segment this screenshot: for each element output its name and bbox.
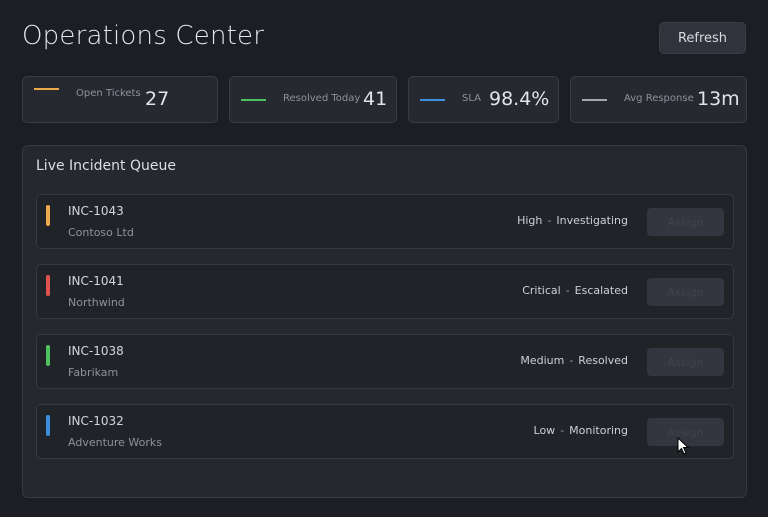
incident-row[interactable]: INC-1043 Contoso Ltd High - Investigating … xyxy=(36,194,734,249)
stat-card-avg-response: Avg Response 13m xyxy=(570,76,747,123)
resolved-today-indicator xyxy=(241,99,266,101)
incident-state: Resolved xyxy=(578,354,628,367)
assign-button[interactable]: Assign xyxy=(647,278,724,306)
avg-response-indicator xyxy=(582,99,607,101)
resolved-today-value: 41 xyxy=(363,88,388,110)
priority-indicator xyxy=(46,275,50,296)
avg-response-value: 13m xyxy=(697,88,740,110)
incident-queue-panel: Live Incident Queue INC-1043 Contoso Ltd… xyxy=(22,145,747,498)
assign-button[interactable]: Assign xyxy=(647,208,724,236)
incident-priority: Low xyxy=(533,424,556,437)
page-title: Operations Center xyxy=(22,21,265,51)
open-tickets-indicator xyxy=(34,88,59,90)
incident-id: INC-1041 xyxy=(68,274,124,288)
resolved-today-label: Resolved Today xyxy=(283,93,361,104)
sla-value: 98.4% xyxy=(489,88,550,110)
incident-row[interactable]: INC-1032 Adventure Works Low - Monitoring … xyxy=(36,404,734,459)
incident-state: Escalated xyxy=(574,284,628,297)
status-separator: - xyxy=(547,214,552,227)
incident-priority: High xyxy=(517,214,543,227)
mouse-cursor-icon xyxy=(677,437,689,455)
status-separator: - xyxy=(565,284,570,297)
incident-client: Adventure Works xyxy=(68,436,162,449)
incident-priority: Medium xyxy=(520,354,565,367)
priority-indicator xyxy=(46,345,50,366)
stat-card-sla: SLA 98.4% xyxy=(408,76,559,123)
incident-id: INC-1043 xyxy=(68,204,124,218)
status-separator: - xyxy=(560,424,565,437)
incident-state: Investigating xyxy=(556,214,628,227)
incident-priority: Critical xyxy=(522,284,561,297)
stat-card-resolved-today: Resolved Today 41 xyxy=(229,76,397,123)
open-tickets-value: 27 xyxy=(145,88,170,110)
incident-row[interactable]: INC-1041 Northwind Critical - Escalated As… xyxy=(36,264,734,319)
incident-client: Fabrikam xyxy=(68,366,119,379)
priority-indicator xyxy=(46,205,50,226)
incident-client: Contoso Ltd xyxy=(68,226,134,239)
status-separator: - xyxy=(569,354,574,367)
incident-status: Medium - Resolved xyxy=(520,354,628,367)
queue-title: Live Incident Queue xyxy=(36,158,176,174)
refresh-button[interactable]: Refresh xyxy=(659,22,746,54)
incident-status: Low - Monitoring xyxy=(534,424,628,437)
incident-status: High - Investigating xyxy=(517,214,628,227)
incident-status: Critical - Escalated xyxy=(522,284,628,297)
avg-response-label: Avg Response xyxy=(624,93,694,104)
assign-button[interactable]: Assign xyxy=(647,348,724,376)
incident-row[interactable]: INC-1038 Fabrikam Medium - Resolved Assign xyxy=(36,334,734,389)
open-tickets-label: Open Tickets xyxy=(76,88,141,99)
incident-id: INC-1038 xyxy=(68,344,124,358)
sla-label: SLA xyxy=(462,93,481,104)
priority-indicator xyxy=(46,415,50,436)
stat-card-open-tickets: Open Tickets 27 xyxy=(22,76,218,123)
incident-id: INC-1032 xyxy=(68,414,124,428)
incident-client: Northwind xyxy=(68,296,125,309)
sla-indicator xyxy=(420,99,445,101)
incident-state: Monitoring xyxy=(569,424,628,437)
